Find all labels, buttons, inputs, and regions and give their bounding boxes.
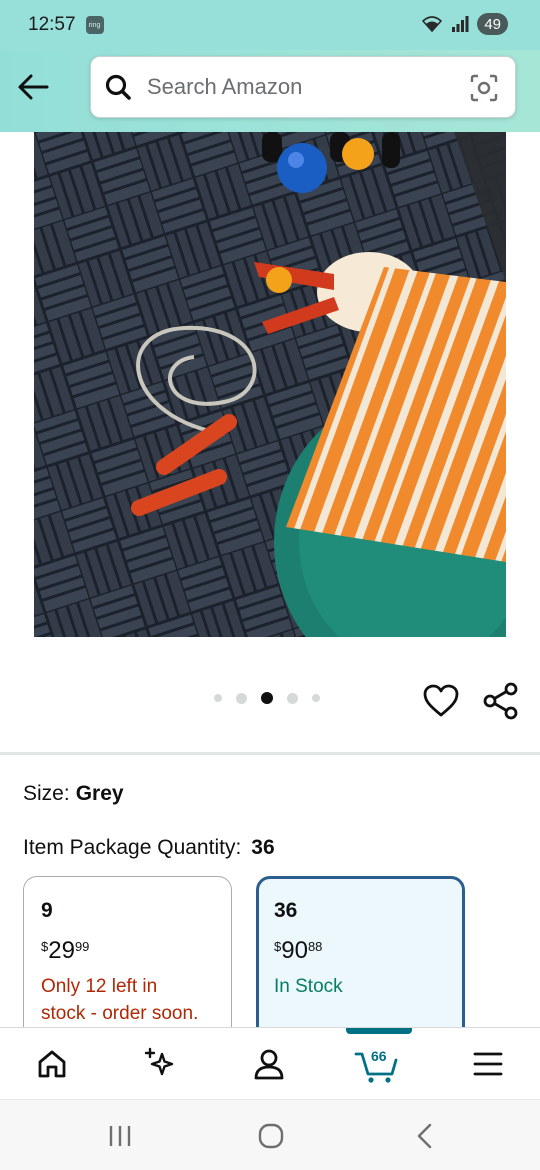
- cart-count-badge: 66: [371, 1048, 387, 1064]
- heart-icon[interactable]: [422, 682, 460, 720]
- account-icon: [254, 1049, 284, 1080]
- price-whole: 90: [281, 937, 308, 964]
- size-selector-label: Size: Grey: [23, 782, 124, 806]
- price-currency: $: [41, 939, 49, 954]
- back-button[interactable]: [14, 68, 52, 106]
- quantity-label: Item Package Quantity:: [23, 836, 242, 859]
- stock-warning: Only 12 left in stock - order soon.: [41, 973, 214, 1027]
- carousel-dot[interactable]: [214, 694, 222, 702]
- quantity-option-36[interactable]: 36 $ 90 88 In Stock: [256, 876, 465, 1046]
- status-bar: 12:57 ring 49: [0, 0, 540, 50]
- package-quantity-label: Item Package Quantity: 36: [23, 836, 275, 860]
- quantity-option-9[interactable]: 9 $ 29 99 Only 12 left in stock - order …: [23, 876, 232, 1046]
- search-header: [0, 50, 540, 132]
- stock-line: Only 12 left in: [41, 976, 158, 997]
- price-whole: 29: [48, 937, 75, 964]
- nav-account[interactable]: [247, 1042, 291, 1086]
- option-price: $ 29 99: [41, 937, 214, 965]
- status-icons: 49: [421, 13, 508, 35]
- option-price: $ 90 88: [274, 937, 447, 965]
- carousel-dot[interactable]: [312, 694, 320, 702]
- search-icon: [103, 72, 133, 102]
- quantity-value: 36: [251, 836, 275, 859]
- ring-notification-icon: ring: [85, 16, 104, 34]
- nav-home[interactable]: [30, 1042, 74, 1086]
- product-image[interactable]: [34, 132, 506, 637]
- back-arrow-icon: [18, 74, 49, 100]
- option-title: 36: [274, 899, 298, 922]
- carousel-dots[interactable]: [214, 692, 320, 704]
- option-title: 9: [41, 899, 53, 922]
- nav-menu[interactable]: [466, 1042, 510, 1086]
- status-time: 12:57: [28, 14, 76, 35]
- size-value: Grey: [75, 782, 124, 805]
- nav-rufus[interactable]: [138, 1042, 182, 1086]
- home-system-button[interactable]: [251, 1120, 291, 1152]
- battery-icon: 49: [477, 13, 508, 35]
- recent-apps-button[interactable]: [100, 1120, 140, 1152]
- wifi-icon: [422, 16, 443, 33]
- camera-search-icon[interactable]: [469, 73, 499, 103]
- active-tab-indicator: [346, 1028, 412, 1034]
- back-system-button[interactable]: [404, 1120, 444, 1152]
- back-chevron-icon: [417, 1123, 432, 1149]
- price-fraction: 88: [307, 939, 323, 954]
- carousel-dot-active[interactable]: [261, 692, 273, 704]
- system-navigation-bar: [0, 1099, 540, 1170]
- product-photo: [34, 132, 506, 637]
- section-divider: [0, 752, 540, 755]
- search-box[interactable]: [90, 56, 516, 118]
- in-stock-status: In Stock: [274, 976, 343, 997]
- size-label: Size:: [23, 782, 70, 805]
- price-fraction: 99: [74, 939, 90, 954]
- carousel-dot[interactable]: [287, 692, 298, 704]
- carousel-dot[interactable]: [236, 692, 247, 704]
- recent-apps-icon: [109, 1126, 131, 1146]
- home-icon: [38, 1050, 66, 1078]
- price-currency: $: [274, 939, 282, 954]
- signal-icon: [452, 16, 469, 32]
- home-circle-icon: [258, 1123, 284, 1149]
- menu-icon: [473, 1052, 503, 1076]
- sparkle-icon: [144, 1047, 174, 1076]
- search-input[interactable]: [147, 74, 447, 100]
- stock-line: stock - order soon.: [41, 1003, 199, 1024]
- bottom-navigation: 66: [0, 1027, 540, 1099]
- share-icon[interactable]: [482, 682, 520, 720]
